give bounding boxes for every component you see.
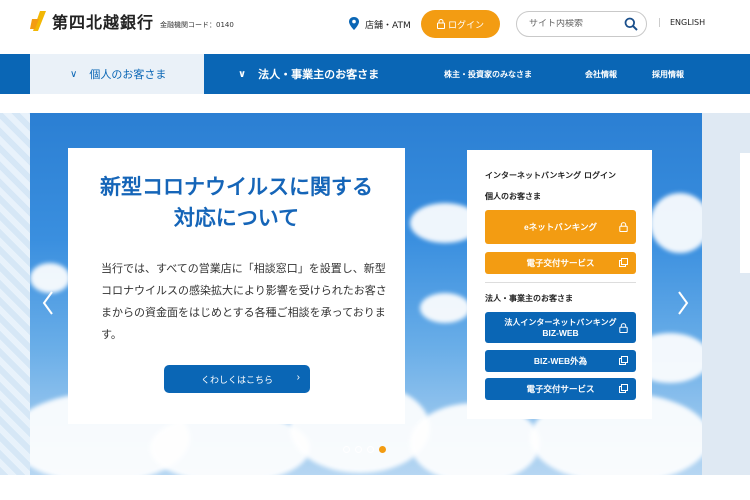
biz-web-line-1: 法人インターネットバンキング [504, 317, 617, 327]
enet-banking-button[interactable]: eネットバンキング [485, 210, 636, 244]
edoc-corporate-label: 電子交付サービス [526, 383, 595, 394]
covid-notice-card: 新型コロナウイルスに関する 対応について 当行では、すべての営業店に「相談窓口」… [68, 148, 405, 424]
carousel-dot[interactable] [343, 446, 350, 453]
carousel-dot[interactable] [379, 446, 386, 453]
site-header: 第四北越銀行 金融機関コード：0140 店舗・ATM ログイン ENGLISH [0, 0, 750, 54]
hero-left-strip [0, 113, 30, 475]
ib-login-title: インターネットバンキング ログイン [485, 171, 616, 180]
biz-web-fx-label: BIZ-WEB外為 [533, 355, 588, 366]
search-input[interactable] [529, 19, 625, 29]
chevron-down-icon: ∨ [238, 68, 247, 80]
next-slide-peek [740, 153, 750, 273]
nav-investors[interactable]: 株主・投資家のみなさま [444, 54, 532, 94]
biz-web-fx-button[interactable]: BIZ-WEB外為 [485, 350, 636, 372]
edoc-personal-label: 電子交付サービス [526, 257, 595, 268]
carousel-dot[interactable] [367, 446, 374, 453]
lock-icon [619, 322, 628, 333]
bank-logo[interactable]: 第四北越銀行 [30, 9, 154, 33]
cloud [650, 193, 702, 253]
section-divider [485, 282, 636, 283]
main-nav: ∨ 個人のお客さま ∨ 法人・事業主のお客さま 株主・投資家のみなさま 会社情報… [0, 54, 750, 94]
nav-personal[interactable]: ∨ 個人のお客さま [30, 54, 204, 94]
biz-web-line-2: BIZ-WEB [542, 327, 579, 338]
biz-web-button[interactable]: 法人インターネットバンキング BIZ-WEB [485, 312, 636, 343]
details-button-label: くわしくはこちら [200, 374, 273, 385]
lock-icon [619, 222, 628, 232]
external-link-icon [619, 384, 628, 393]
bank-name: 第四北越銀行 [52, 13, 155, 32]
details-button[interactable]: くわしくはこちら › [164, 365, 310, 393]
personal-heading: 個人のお客さま [485, 192, 541, 201]
lock-icon [436, 19, 445, 29]
branch-atm-link[interactable]: 店舗・ATM [348, 17, 411, 31]
edoc-corporate-button[interactable]: 電子交付サービス [485, 378, 636, 400]
enet-banking-label: eネットバンキング [524, 221, 597, 232]
notice-title-line-2: 対応について [173, 206, 300, 230]
site-search [516, 11, 647, 37]
carousel-indicators [343, 446, 386, 453]
nav-corporate[interactable]: ∨ 法人・事業主のお客さま [204, 54, 404, 94]
search-icon[interactable] [624, 17, 638, 31]
cloud [420, 293, 470, 323]
carousel-dot[interactable] [355, 446, 362, 453]
corporate-heading: 法人・事業主のお客さま [485, 294, 573, 303]
map-pin-icon [349, 17, 359, 30]
external-link-icon [619, 258, 628, 267]
login-button[interactable]: ログイン [421, 10, 500, 38]
financial-institution-code: 金融機関コード：0140 [160, 21, 234, 29]
nav-corporate-label: 法人・事業主のお客さま [258, 68, 380, 81]
nav-recruit[interactable]: 採用情報 [652, 54, 684, 94]
english-link[interactable]: ENGLISH [659, 18, 705, 27]
next-slide-icon[interactable] [675, 288, 691, 318]
notice-body: 当行では、すべての営業店に「相談窓口」を設置し、新型コロナウイルスの感染拡大によ… [101, 262, 387, 341]
branch-atm-label: 店舗・ATM [365, 20, 411, 31]
chevron-right-icon: › [296, 372, 300, 383]
nav-company[interactable]: 会社情報 [585, 54, 617, 94]
chevron-down-icon: ∨ [70, 68, 78, 80]
notice-title: 新型コロナウイルスに関する 対応について [68, 172, 405, 234]
next-slide-preview[interactable] [702, 113, 750, 475]
internet-banking-login-card: インターネットバンキング ログイン 個人のお客さま eネットバンキング 電子交付… [467, 150, 652, 419]
edoc-personal-button[interactable]: 電子交付サービス [485, 252, 636, 274]
nav-personal-label: 個人のお客さま [89, 68, 167, 81]
external-link-icon [619, 356, 628, 365]
prev-slide-icon[interactable] [40, 288, 56, 318]
login-label: ログイン [447, 19, 484, 30]
notice-title-line-1: 新型コロナウイルスに関する [100, 175, 373, 199]
bank-logo-mark-icon [30, 11, 46, 31]
